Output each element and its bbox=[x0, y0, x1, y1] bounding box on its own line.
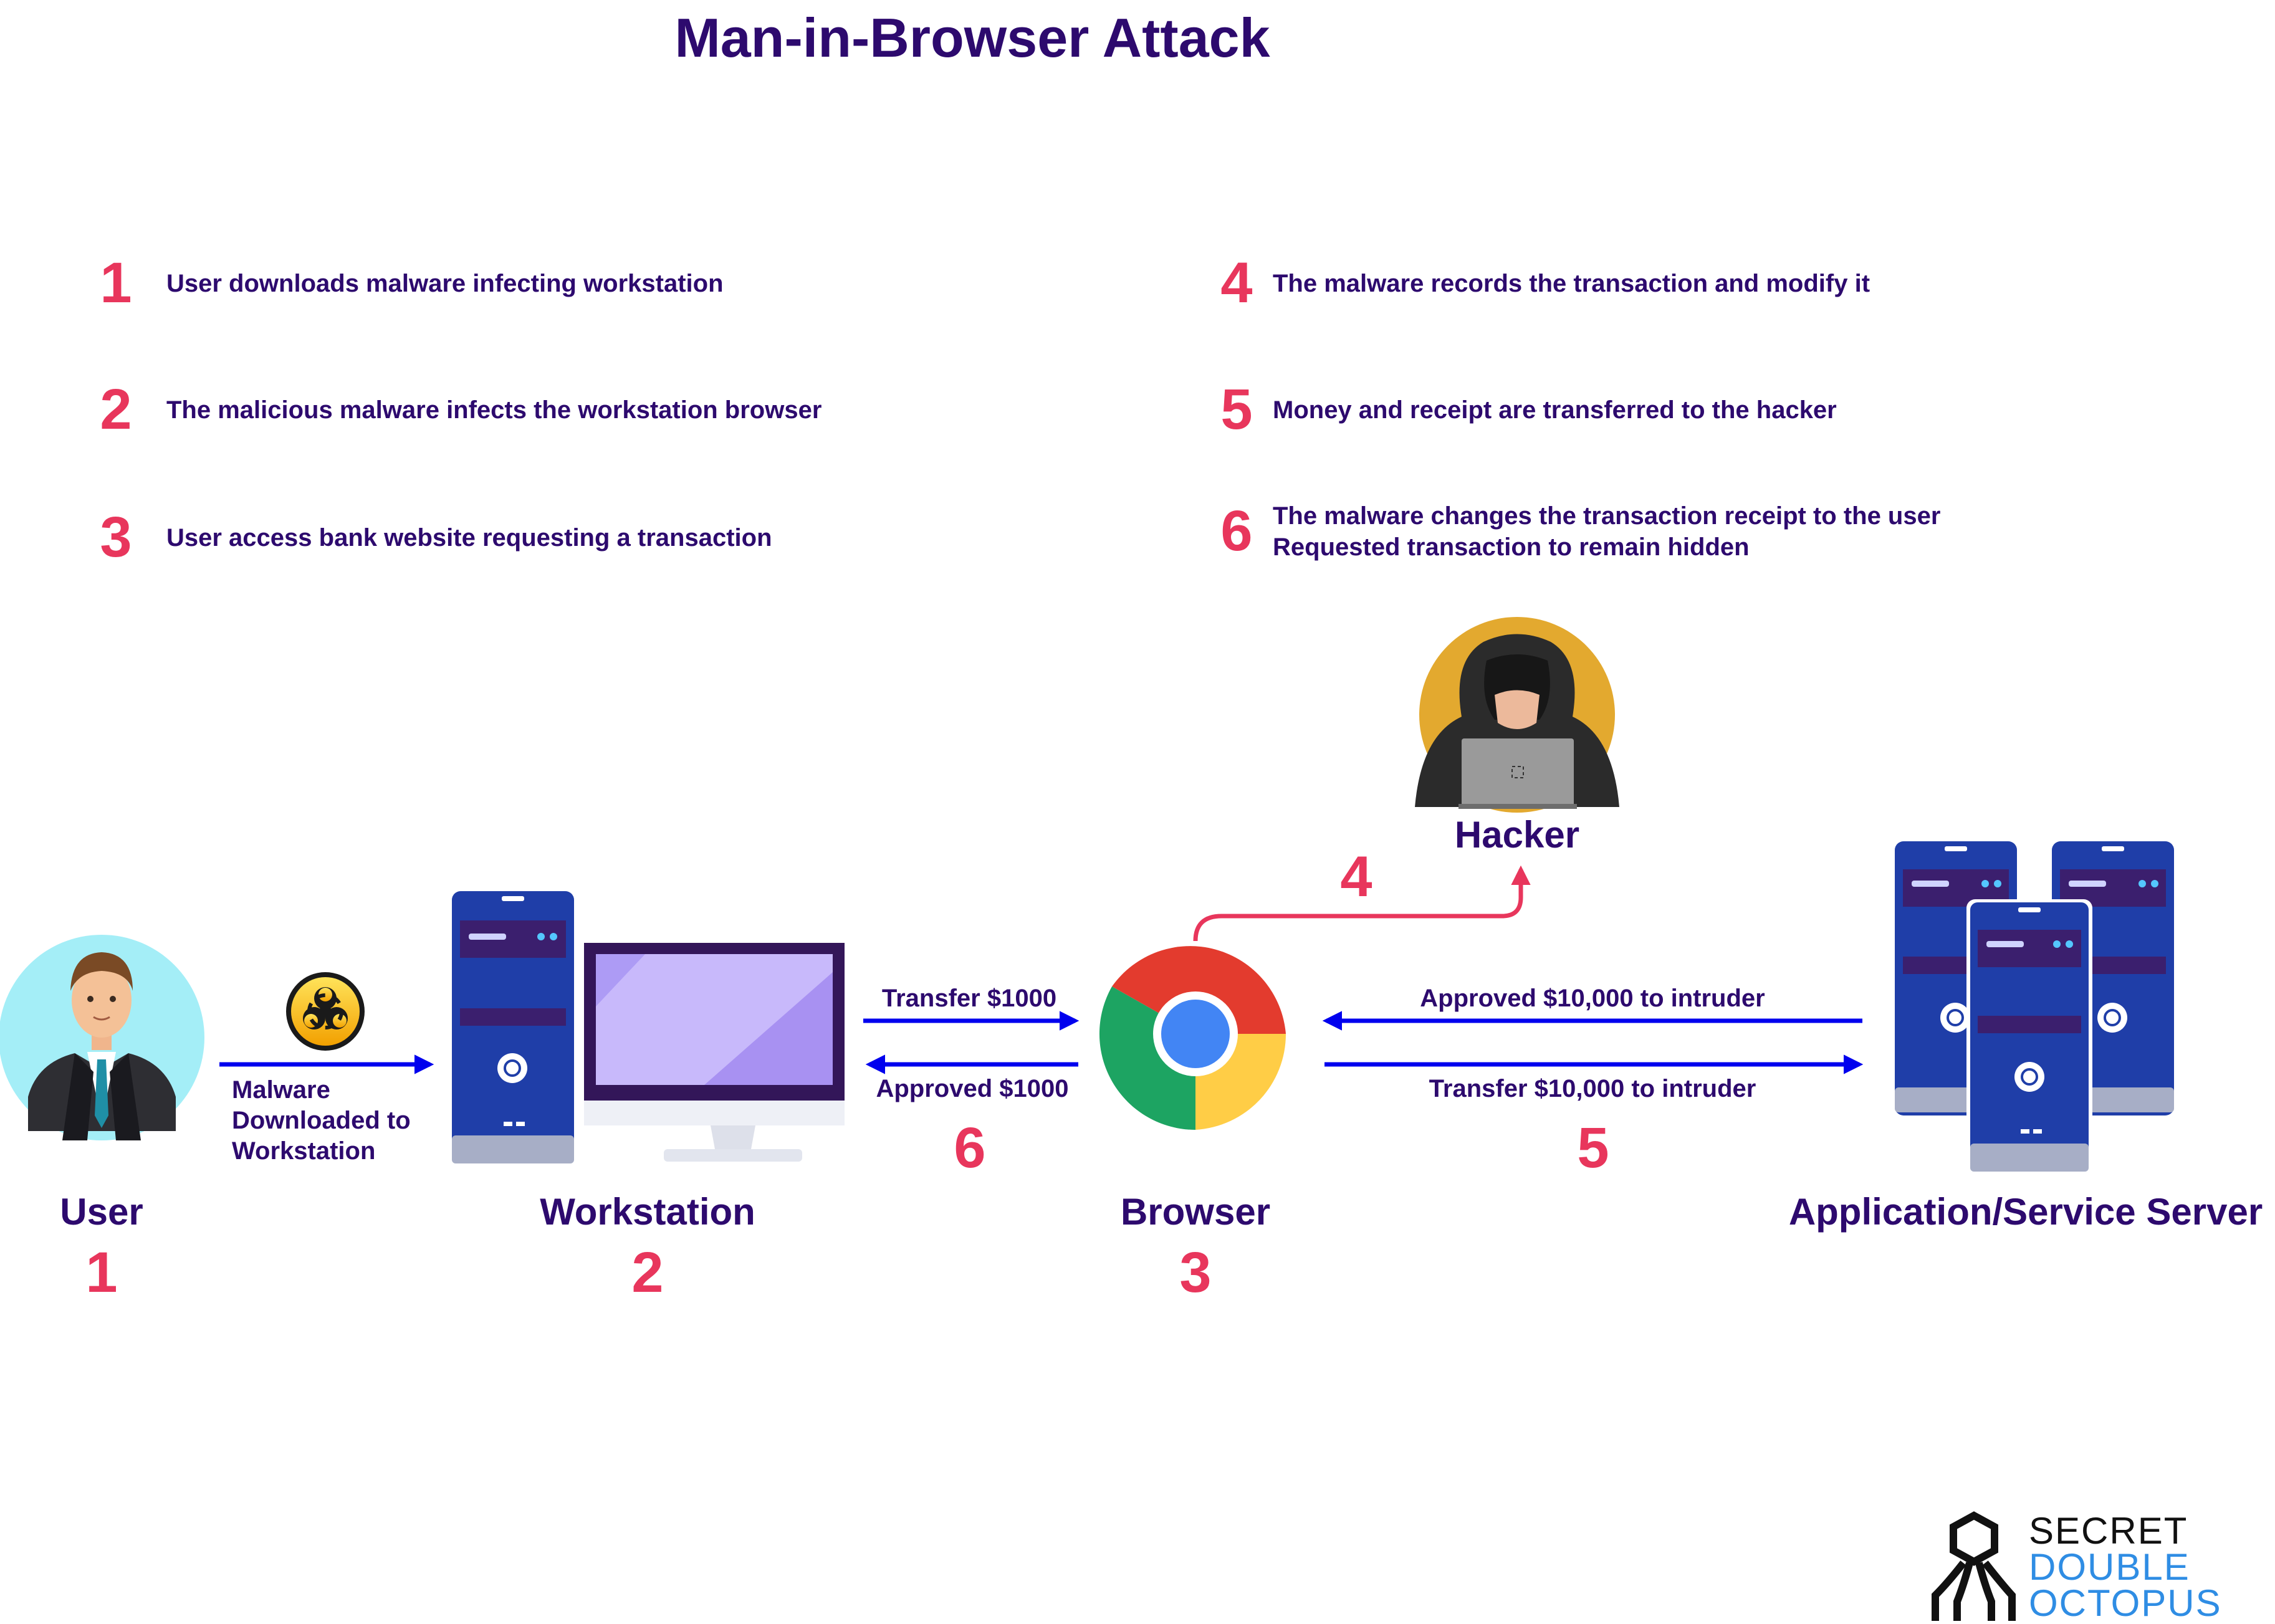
logo-line: DOUBLE bbox=[2029, 1546, 2190, 1588]
edge-label-approved-small: Approved $1000 bbox=[876, 1075, 1069, 1102]
edge-label-transfer-big: Transfer $10,000 to intruder bbox=[1429, 1075, 1756, 1102]
edge-label-line: Workstation bbox=[232, 1137, 376, 1165]
desktop-monitor bbox=[584, 943, 845, 1162]
logo-text: SECRET DOUBLE OCTOPUS bbox=[2029, 1510, 2222, 1624]
edge-label-approved-big: Approved $10,000 to intruder bbox=[1420, 985, 1765, 1012]
logo-line: SECRET bbox=[2029, 1510, 2188, 1552]
node-label-server: Application/Service Server bbox=[1788, 1191, 2263, 1233]
edge-label-malware: Malware Downloaded to Workstation bbox=[232, 1075, 411, 1167]
hacker-avatar bbox=[1415, 617, 1619, 813]
node-number-workstation: 2 bbox=[631, 1241, 664, 1304]
server-tower-icon bbox=[1966, 899, 2092, 1173]
edge-label-line: Malware bbox=[232, 1076, 330, 1104]
user-avatar bbox=[0, 935, 204, 1140]
edge-label-transfer-small: Transfer $1000 bbox=[881, 985, 1057, 1012]
workstation-tower bbox=[452, 891, 574, 1163]
node-label-browser: Browser bbox=[1120, 1191, 1271, 1233]
edge-number-approved-small: 6 bbox=[954, 1116, 986, 1180]
node-label-user: User bbox=[60, 1191, 143, 1233]
edge-number-to-hacker: 4 bbox=[1340, 845, 1372, 909]
edge-number-transfer-big: 5 bbox=[1577, 1116, 1609, 1180]
edge-label-line: Downloaded to bbox=[232, 1107, 411, 1134]
chrome-browser-icon bbox=[1099, 946, 1286, 1130]
diagram-canvas bbox=[0, 617, 2174, 1621]
logo-line: OCTOPUS bbox=[2029, 1582, 2222, 1624]
node-label-workstation: Workstation bbox=[540, 1191, 755, 1233]
node-number-browser: 3 bbox=[1179, 1241, 1212, 1304]
octopus-logo-icon bbox=[1932, 1511, 2016, 1621]
biohazard-icon bbox=[286, 972, 365, 1051]
node-number-user: 1 bbox=[85, 1241, 118, 1304]
